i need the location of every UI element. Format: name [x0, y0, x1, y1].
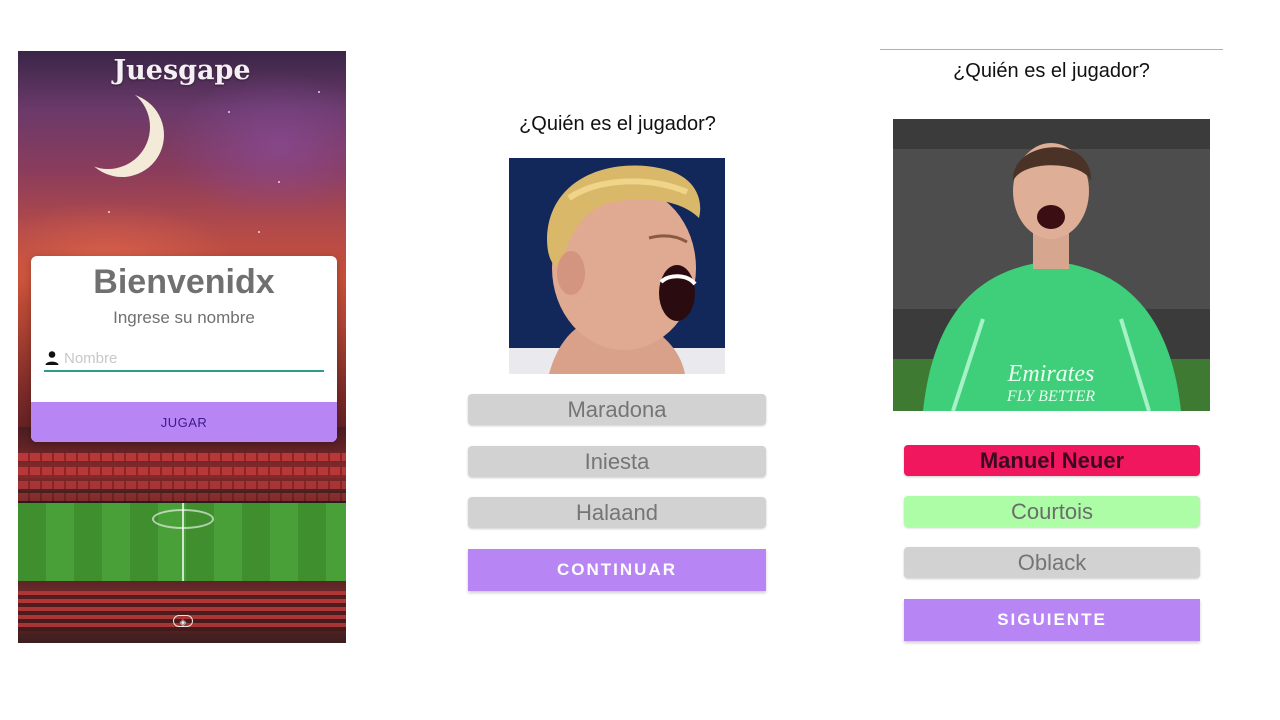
player-photo-image: Emirates FLY BETTER — [893, 119, 1210, 411]
question-text: ¿Quién es el jugador? — [953, 60, 1150, 82]
background-star — [108, 211, 110, 213]
question-text: ¿Quién es el jugador? — [519, 113, 716, 135]
player-photo — [509, 158, 725, 374]
player-photo-image — [509, 158, 725, 374]
stadium-stands — [18, 453, 346, 461]
stadium-stands — [18, 493, 346, 501]
background-nebula — [168, 71, 346, 221]
next-button[interactable]: SIGUIENTE — [904, 599, 1200, 641]
background-star — [318, 91, 320, 93]
pitch-center-circle — [152, 509, 214, 529]
option-maradona-button[interactable]: Maradona — [468, 394, 766, 425]
top-divider — [880, 49, 1223, 50]
name-prompt: Ingrese su nombre — [113, 308, 255, 327]
option-iniesta-button[interactable]: Iniesta — [468, 446, 766, 477]
login-card: Bienvenidx Ingrese su nombre JUGAR — [31, 256, 337, 442]
background-star — [278, 181, 280, 183]
welcome-heading: Bienvenidx — [93, 263, 275, 301]
stadium-stands — [18, 467, 346, 475]
continue-button[interactable]: CONTINUAR — [468, 549, 766, 591]
person-icon — [45, 351, 59, 365]
stadium-lower-stands — [18, 581, 346, 643]
name-field[interactable] — [44, 346, 324, 372]
svg-text:FLY BETTER: FLY BETTER — [1006, 388, 1095, 405]
svg-text:Emirates: Emirates — [1007, 361, 1095, 387]
option-oblack-button[interactable]: Oblack — [904, 547, 1200, 578]
option-halaand-button[interactable]: Halaand — [468, 497, 766, 528]
background-star — [258, 231, 260, 233]
option-courtois-button[interactable]: Courtois — [904, 496, 1200, 527]
stadium-stands — [18, 481, 346, 489]
background-star — [228, 111, 230, 113]
app-title: Juesgape — [113, 55, 251, 86]
quiz-result-screen: ¿Quién es el jugador? Emirates FLY BETTE… — [880, 49, 1223, 649]
play-button[interactable]: JUGAR — [31, 402, 337, 442]
quiz-screen: ¿Quién es el jugador? Maradona Iniesta H… — [460, 100, 775, 600]
option-manuel-neuer-button[interactable]: Manuel Neuer — [904, 445, 1200, 476]
name-input[interactable] — [64, 349, 314, 367]
player-photo: Emirates FLY BETTER — [893, 119, 1210, 411]
watermark-logo: ◈ — [173, 615, 193, 627]
moon-icon — [66, 85, 150, 169]
login-screen: Juesgape ◈ Bienvenidx Ingrese su nombre … — [18, 51, 346, 643]
